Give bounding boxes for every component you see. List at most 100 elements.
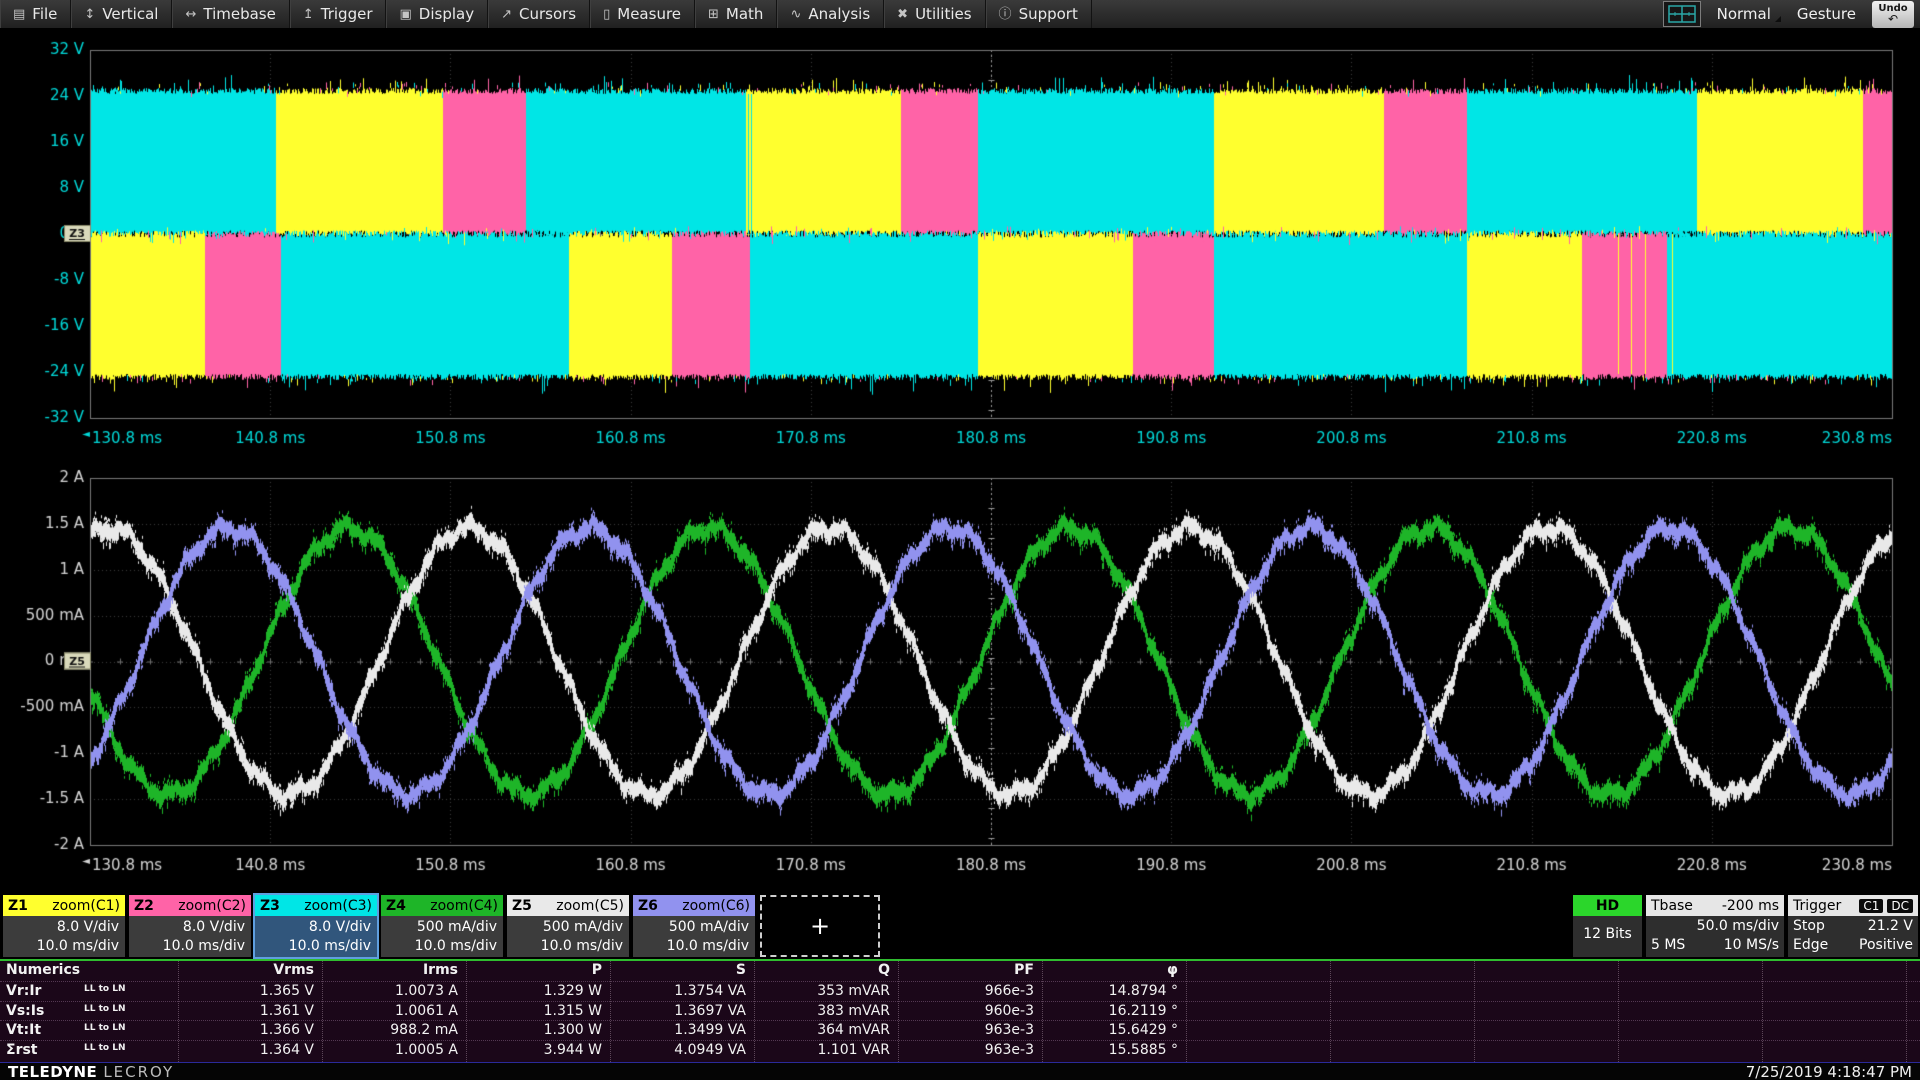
trace-source: zoom(C3)	[304, 898, 372, 914]
teledyne-lecroy-logo: TELEDYNELECROY	[8, 1062, 174, 1080]
value-cell: 353 mVAR	[760, 983, 890, 999]
menu-item-file[interactable]: ▤File	[0, 0, 71, 28]
menu-item-cursors[interactable]: ↗ Cursors	[488, 0, 590, 28]
trace-id: Z3	[260, 898, 280, 914]
value-cell: 1.300 W	[472, 1022, 602, 1038]
menu-item-display[interactable]: ▣Display	[386, 0, 488, 28]
hd-mode-box[interactable]: HD12 Bits	[1573, 895, 1642, 957]
numerics-table[interactable]: NumericsVrmsIrmsPSQPFφVr:IrLL to LN1.365…	[0, 959, 1920, 1065]
trigger-box-header: TriggerC1DC	[1788, 895, 1918, 916]
trace-descriptor-z4[interactable]: Z4zoom(C4)500 mA/div10.0 ms/div	[381, 895, 503, 957]
hd-mode-box-header: HD	[1573, 895, 1642, 916]
trace-id: Z2	[134, 898, 154, 914]
horizontal-arrows-icon: ↔	[185, 8, 196, 21]
numerics-title: Numerics	[6, 962, 80, 978]
brand-secondary: LECROY	[103, 1063, 174, 1080]
row-sub-label: LL to LN	[84, 1043, 126, 1053]
trace-settings: 500 mA/div10.0 ms/div	[633, 916, 755, 957]
value-cell: 1.3697 VA	[616, 1003, 746, 1019]
menu-item-label: Math	[726, 5, 764, 23]
undo-button[interactable]: Undo ↶	[1872, 1, 1914, 28]
trace-id: Z5	[512, 898, 532, 914]
value-cell: 963e-3	[904, 1022, 1034, 1038]
menu-item-timebase[interactable]: ↔Timebase	[172, 0, 289, 28]
numerics-header-row: NumericsVrmsIrmsPSQPFφ	[0, 961, 1920, 980]
datetime-stamp: 7/25/2019 4:18:47 PM	[1746, 1063, 1912, 1080]
display-monitor-icon: ▣	[399, 8, 411, 21]
value-cell: 15.5885 °	[1048, 1042, 1178, 1058]
value-cell: 15.6429 °	[1048, 1022, 1178, 1038]
menu-item-label: Utilities	[915, 5, 971, 23]
menu-item-label: Vertical	[102, 5, 158, 23]
trace-id: Z1	[8, 898, 28, 914]
trace-settings: 8.0 V/div10.0 ms/div	[3, 916, 125, 957]
menu-item-label: File	[32, 5, 57, 23]
menu-item-label: Trigger	[321, 5, 373, 23]
row-label: Vt:It	[6, 1022, 41, 1038]
value-cell: 963e-3	[904, 1042, 1034, 1058]
value-cell: 1.0005 A	[328, 1042, 458, 1058]
add-trace-button[interactable]: +	[760, 895, 880, 957]
value-cell: 1.365 V	[184, 983, 314, 999]
trace-source: zoom(C2)	[178, 898, 246, 914]
info-icon: ⓘ	[999, 8, 1012, 21]
vertical-arrows-icon: ↕	[84, 8, 95, 21]
row-sub-label: LL to LN	[84, 984, 126, 994]
analysis-chart-icon: ∿	[790, 8, 801, 21]
trace-header: Z4zoom(C4)	[381, 895, 503, 916]
grid-display-button[interactable]	[1663, 1, 1701, 27]
undo-arrow-icon: ↶	[1888, 13, 1898, 25]
trace-source: zoom(C5)	[556, 898, 624, 914]
trigger-box[interactable]: TriggerC1DCStop21.2 VEdgePositive	[1788, 895, 1918, 957]
menu-item-support[interactable]: ⓘ Support	[986, 0, 1092, 28]
trace-descriptor-z1[interactable]: Z1 zoom(C1) 8.0 V/div10.0 ms/div	[3, 895, 125, 957]
menu-item-utilities[interactable]: ✖Utilities	[884, 0, 985, 28]
trace-header: Z5 zoom(C5)	[507, 895, 629, 916]
gesture-button[interactable]: Gesture	[1797, 5, 1856, 23]
value-cell: 383 mVAR	[760, 1003, 890, 1019]
trace-header: Z3 zoom(C3)	[255, 895, 377, 916]
row-sub-label: LL to LN	[84, 1023, 126, 1033]
trace-settings: 500 mA/div10.0 ms/div	[507, 916, 629, 957]
trace-descriptor-z2[interactable]: Z2zoom(C2)8.0 V/div10.0 ms/div	[129, 895, 251, 957]
column-header-1: Irms	[328, 962, 458, 978]
menu-item-measure[interactable]: ▯Measure	[590, 0, 695, 28]
column-header-3: S	[616, 962, 746, 978]
display-mode-selector[interactable]: Normal	[1717, 5, 1781, 23]
row-label: Vs:Is	[6, 1003, 44, 1019]
trace-header: Z6zoom(C6)	[633, 895, 755, 916]
cursor-arrow-icon: ↗	[501, 8, 512, 21]
oscilloscope-screen: ▤File↕Vertical↔Timebase↥Trigger▣Display↗…	[0, 0, 1920, 1080]
menu-item-trigger[interactable]: ↥Trigger	[290, 0, 387, 28]
row-label: Σrst	[6, 1042, 38, 1058]
value-cell: 4.0949 VA	[616, 1042, 746, 1058]
timebase-box[interactable]: Tbase-200 ms50.0 ms/div5 MS10 MS/s	[1646, 895, 1784, 957]
menu-item-vertical[interactable]: ↕ Vertical	[71, 0, 172, 28]
trace-source: zoom(C1)	[52, 898, 120, 914]
descriptor-strip: Z1 zoom(C1) 8.0 V/div10.0 ms/div Z2 zoom(C2)…	[0, 895, 1920, 958]
menu-right-cluster: Normal Gesture Undo ↶	[1663, 0, 1920, 28]
trace-descriptor-z5[interactable]: Z5 zoom(C5) 500 mA/div10.0 ms/div	[507, 895, 629, 957]
trigger-coupling-badge: DC	[1887, 899, 1913, 913]
menu-item-math[interactable]: ⊞Math	[695, 0, 777, 28]
numerics-row-1: Vs:IsLL to LN1.361 V1.0061 A1.315 W1.369…	[0, 1001, 1920, 1021]
numerics-row-2: Vt:ItLL to LN1.366 V988.2 mA1.300 W1.349…	[0, 1020, 1920, 1040]
menu-item-label: Support	[1019, 5, 1078, 23]
menu-item-analysis[interactable]: ∿Analysis	[777, 0, 884, 28]
value-cell: 1.364 V	[184, 1042, 314, 1058]
trace-descriptor-z6[interactable]: Z6zoom(C6)500 mA/div10.0 ms/div	[633, 895, 755, 957]
status-bar: TELEDYNELECROY 7/25/2019 4:18:47 PM	[0, 1063, 1920, 1080]
trace-descriptor-z3[interactable]: Z3zoom(C3)8.0 V/div10.0 ms/div	[255, 895, 377, 957]
grid-display-icon	[1668, 5, 1696, 23]
trace-header: Z1 zoom(C1)	[3, 895, 125, 916]
hd-mode-box-body: 12 Bits	[1573, 916, 1642, 945]
column-header-0: Vrms	[184, 962, 314, 978]
trace-id: Z4	[386, 898, 406, 914]
value-cell: 1.0073 A	[328, 983, 458, 999]
numerics-table-body: NumericsVrmsIrmsPSQPFφVr:IrLL to LN1.365…	[0, 961, 1920, 1062]
menu-item-label: Cursors	[519, 5, 576, 23]
column-header-5: PF	[904, 962, 1034, 978]
waveform-display[interactable]	[0, 28, 1920, 888]
value-cell: 1.101 VAR	[760, 1042, 890, 1058]
value-cell: 1.3499 VA	[616, 1022, 746, 1038]
